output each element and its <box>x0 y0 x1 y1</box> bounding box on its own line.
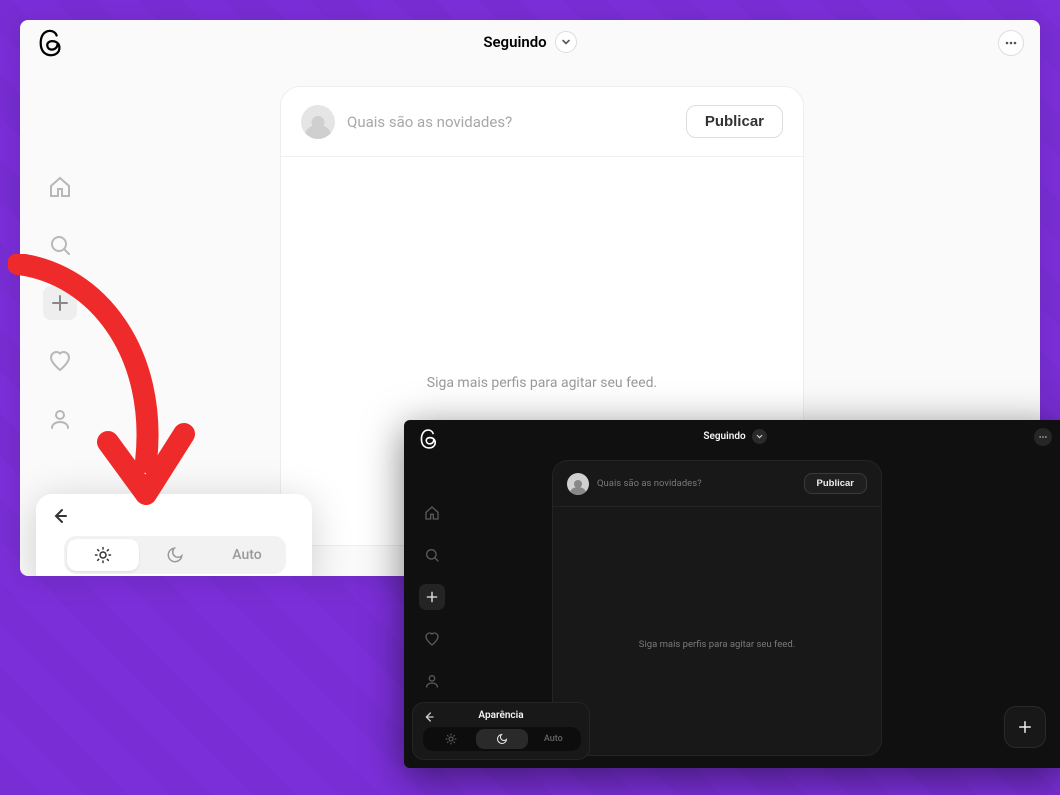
dark-topbar: Seguindo <box>404 420 1060 452</box>
heart-icon[interactable] <box>419 626 445 652</box>
home-icon[interactable] <box>419 500 445 526</box>
dark-feed-card: Quais são as novidades? Publicar Siga ma… <box>552 460 882 756</box>
compose-fab-button[interactable] <box>1004 706 1046 748</box>
moon-icon <box>496 733 508 745</box>
appearance-popover-light: Auto <box>36 494 312 576</box>
appearance-option-light[interactable] <box>425 729 476 749</box>
appearance-option-dark[interactable] <box>476 729 527 749</box>
appearance-title: Aparência <box>413 710 589 721</box>
search-icon[interactable] <box>419 542 445 568</box>
publish-button[interactable]: Publicar <box>686 105 783 138</box>
more-menu-button[interactable] <box>1034 428 1052 446</box>
create-icon[interactable] <box>419 584 445 610</box>
feed-tab-label[interactable]: Seguindo <box>703 431 745 442</box>
composer-placeholder[interactable]: Quais são as novidades? <box>597 478 804 489</box>
sun-icon <box>94 546 112 564</box>
more-menu-button[interactable] <box>998 30 1024 56</box>
empty-feed-text: Siga mais perfis para agitar seu feed. <box>553 639 881 650</box>
back-arrow-icon[interactable] <box>48 504 72 528</box>
sun-icon <box>445 733 457 745</box>
publish-button[interactable]: Publicar <box>804 473 868 494</box>
heart-icon[interactable] <box>43 344 77 378</box>
appearance-option-light[interactable] <box>67 539 139 571</box>
composer-placeholder[interactable]: Quais são as novidades? <box>347 113 686 131</box>
appearance-segmented-control: Auto <box>64 536 286 574</box>
appearance-segmented-control: Auto <box>423 727 581 751</box>
light-composer[interactable]: Quais são as novidades? Publicar <box>281 87 803 157</box>
profile-icon[interactable] <box>43 402 77 436</box>
dark-sidebar <box>414 500 450 694</box>
threads-logo-icon[interactable] <box>36 28 66 58</box>
home-icon[interactable] <box>43 170 77 204</box>
appearance-popover-dark: Aparência Auto <box>412 702 590 760</box>
avatar-icon <box>301 105 335 139</box>
empty-feed-text: Siga mais perfis para agitar seu feed. <box>281 375 803 391</box>
light-sidebar <box>30 170 90 436</box>
dark-composer[interactable]: Quais são as novidades? Publicar <box>553 461 881 507</box>
create-icon[interactable] <box>43 286 77 320</box>
search-icon[interactable] <box>43 228 77 262</box>
threads-dark-panel: Seguindo Quais são as novidades? Publica… <box>404 420 1060 768</box>
feed-tab-label[interactable]: Seguindo <box>483 33 546 51</box>
profile-icon[interactable] <box>419 668 445 694</box>
appearance-option-auto[interactable]: Auto <box>211 539 283 571</box>
threads-logo-icon[interactable] <box>418 428 440 450</box>
appearance-option-dark[interactable] <box>139 539 211 571</box>
avatar-icon <box>567 473 589 495</box>
light-topbar: Seguindo <box>20 20 1040 64</box>
appearance-option-auto[interactable]: Auto <box>528 729 579 749</box>
feed-tab-chevron-down-icon[interactable] <box>752 429 767 444</box>
moon-icon <box>166 546 184 564</box>
feed-tab-chevron-down-icon[interactable] <box>555 31 577 53</box>
